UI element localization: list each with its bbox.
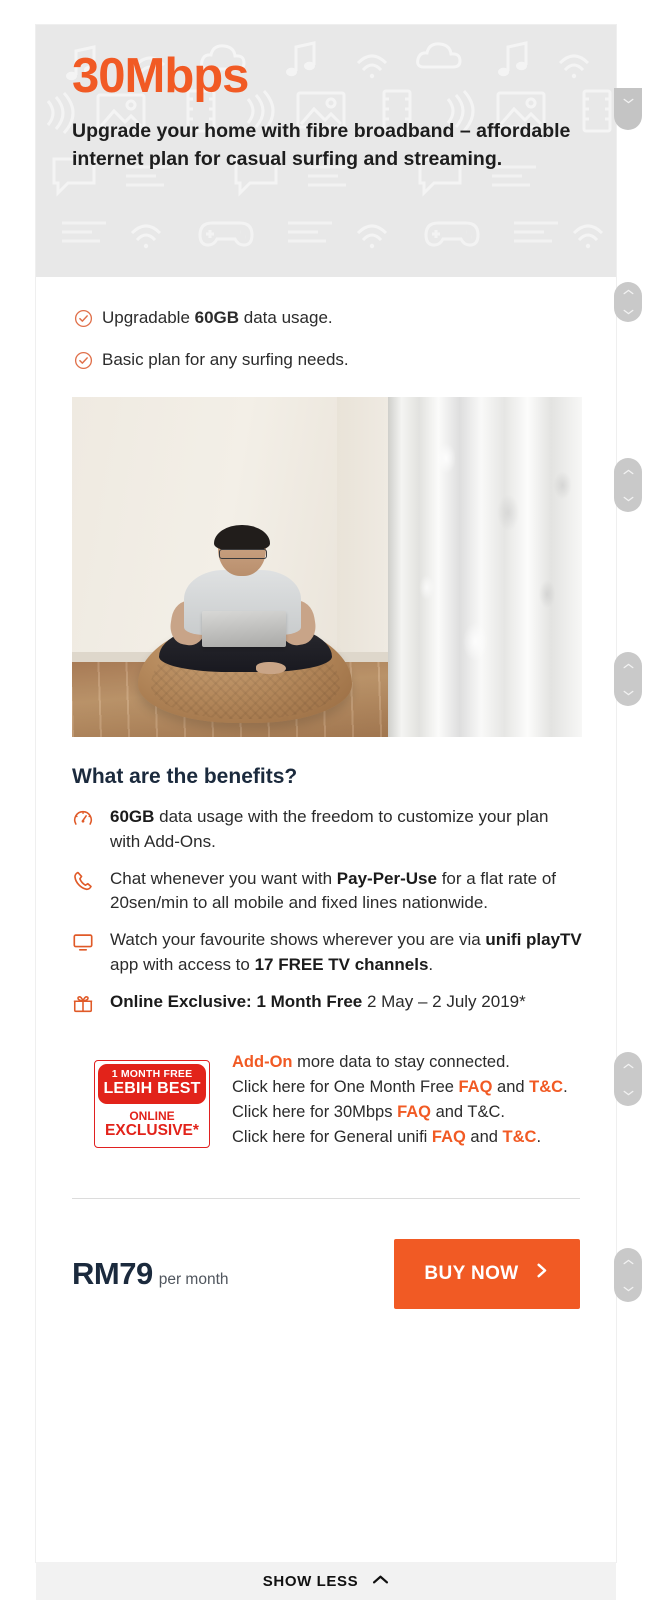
chevron-up-icon [372, 1572, 389, 1590]
chevron-up-icon[interactable] [622, 657, 635, 675]
spinner-5[interactable] [614, 1052, 642, 1106]
list-item-label: Basic plan for any surfing needs. [102, 350, 349, 369]
spinner-1[interactable] [614, 88, 642, 130]
general-tnc-link[interactable]: T&C [503, 1128, 537, 1146]
one-month-free-badge: 1 MONTH FREE LEBIH BEST ONLINE EXCLUSIVE… [94, 1059, 210, 1149]
lifestyle-photo [72, 397, 582, 737]
check-circle-icon [74, 307, 102, 333]
plan-card: 30Mbps Upgrade your home with fibre broa… [36, 25, 616, 1562]
benefit-item: Watch your favourite shows wherever you … [36, 928, 616, 978]
spinner-6[interactable] [614, 1248, 642, 1302]
promo-line: Add-On more data to stay connected. [232, 1052, 510, 1071]
chevron-up-icon[interactable] [622, 463, 635, 481]
one-month-free-tnc-link[interactable]: T&C [529, 1078, 563, 1096]
laptop [202, 611, 287, 647]
benefit-item: Online Exclusive: 1 Month Free 2 May – 2… [36, 990, 616, 1020]
show-less-label: SHOW LESS [262, 1572, 359, 1590]
price-amount: RM79 [72, 1255, 153, 1291]
promo-links: Add-On more data to stay connected. Clic… [210, 1050, 568, 1150]
chevron-down-icon[interactable] [622, 1280, 635, 1298]
buy-now-button[interactable]: BUY NOW [394, 1238, 580, 1309]
chevron-up-icon[interactable] [622, 1253, 635, 1271]
plan-speed-title: 30Mbps [72, 49, 249, 103]
chevron-down-icon[interactable] [622, 303, 635, 321]
promo-line: Click here for 30Mbps FAQ and T&C. [232, 1102, 505, 1121]
benefit-text: Watch your favourite shows wherever you … [110, 930, 582, 975]
list-item: Basic plan for any surfing needs. [74, 349, 616, 375]
general-faq-link[interactable]: FAQ [432, 1128, 466, 1146]
badge-line-4: EXCLUSIVE* [105, 1122, 199, 1140]
spinner-4[interactable] [614, 652, 642, 706]
chevron-down-icon[interactable] [622, 490, 635, 508]
speedometer-icon [72, 805, 110, 835]
speed-faq-link[interactable]: FAQ [397, 1103, 431, 1121]
badge-line-2: LEBIH BEST [103, 1080, 201, 1098]
hero-subtitle: Upgrade your home with fibre broadband –… [72, 120, 571, 171]
benefits-heading: What are the benefits? [72, 765, 298, 788]
chevron-down-icon[interactable] [622, 92, 635, 110]
highlight-list: Upgradable 60GB data usage. Basic plan f… [36, 277, 616, 375]
list-item: Upgradable 60GB data usage. [74, 307, 616, 333]
spinner-3[interactable] [614, 458, 642, 512]
benefit-text: Chat whenever you want with Pay-Per-Use … [110, 868, 557, 913]
promo-line: Click here for One Month Free FAQ and T&… [232, 1077, 568, 1096]
promo-section: 1 MONTH FREE LEBIH BEST ONLINE EXCLUSIVE… [36, 1032, 616, 1150]
chevron-down-icon[interactable] [622, 684, 635, 702]
promo-line: Click here for General unifi FAQ and T&C… [232, 1127, 542, 1146]
benefit-item: Chat whenever you want with Pay-Per-Use … [36, 867, 616, 917]
benefit-item: 60GB data usage with the freedom to cust… [36, 805, 616, 855]
chevron-down-icon[interactable] [622, 1084, 635, 1102]
chevron-up-icon[interactable] [622, 1057, 635, 1075]
list-item-label: Upgradable 60GB data usage. [102, 308, 333, 327]
monitor-icon [72, 928, 110, 958]
chevron-up-icon[interactable] [622, 283, 635, 301]
benefit-text: Online Exclusive: 1 Month Free 2 May – 2… [110, 991, 526, 1011]
price-period: per month [158, 1270, 229, 1288]
show-less-bar[interactable]: SHOW LESS [36, 1562, 616, 1600]
benefit-text: 60GB data usage with the freedom to cust… [110, 807, 549, 851]
badge-line-1: 1 MONTH FREE [111, 1067, 193, 1080]
price-block: RM79 per month [72, 1256, 229, 1292]
plan-detail-page: 30Mbps Upgrade your home with fibre broa… [0, 0, 668, 1600]
phone-icon [72, 867, 110, 897]
chevron-right-icon [533, 1262, 550, 1285]
pricing-row: RM79 per month BUY NOW [36, 1199, 616, 1309]
check-circle-icon [74, 349, 102, 375]
hero-banner: 30Mbps Upgrade your home with fibre broa… [36, 25, 616, 277]
gift-icon [72, 990, 110, 1020]
curtain [388, 397, 582, 737]
buy-now-label: BUY NOW [424, 1262, 519, 1284]
spinner-2[interactable] [614, 282, 642, 322]
one-month-free-faq-link[interactable]: FAQ [459, 1078, 493, 1096]
add-on-link[interactable]: Add-On [232, 1053, 292, 1071]
